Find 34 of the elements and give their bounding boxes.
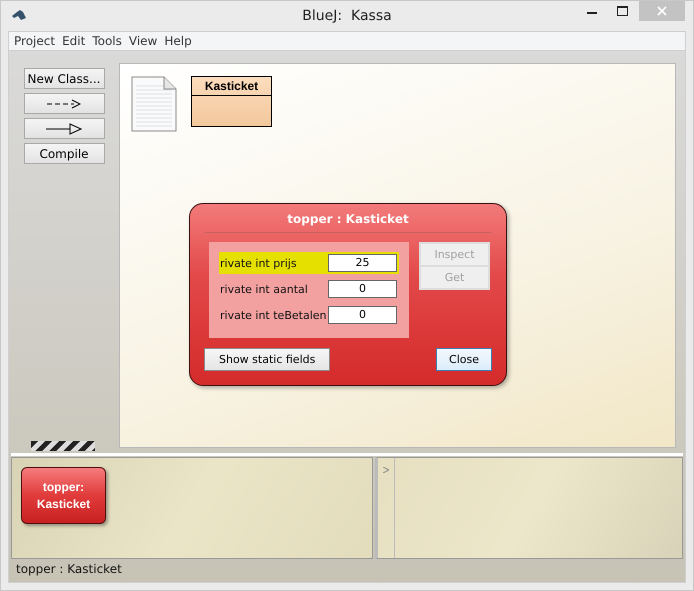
close-icon — [657, 6, 667, 16]
toolbar-button[interactable]: Compile — [24, 143, 104, 164]
dialog-button[interactable]: Close — [436, 348, 492, 371]
menu-item[interactable]: Tools — [89, 34, 126, 48]
prompt-icon — [383, 467, 389, 473]
hollow-arrow-icon — [46, 122, 82, 134]
menu-item[interactable]: Project — [11, 34, 60, 48]
dashed-arrow-icon — [47, 98, 81, 108]
field-row[interactable]: rivate int teBetalen 0 — [219, 304, 399, 326]
bird-icon — [11, 9, 27, 21]
field-row[interactable]: rivate int aantal 0 — [219, 278, 399, 300]
uses-arrow-button[interactable] — [24, 93, 104, 114]
inheritance-arrow-button[interactable] — [24, 118, 104, 139]
field-value: 0 — [328, 306, 397, 324]
class-box[interactable]: Kasticket — [191, 76, 272, 127]
object-instance[interactable]: topper: Kasticket — [21, 467, 106, 524]
menu-item[interactable]: Help — [161, 34, 196, 48]
activity-indicator — [31, 441, 95, 451]
status-text: topper : Kasticket — [15, 561, 123, 576]
menu-item[interactable]: Edit — [59, 34, 90, 48]
field-label: rivate int teBetalen — [220, 308, 328, 322]
field-label: rivate int aantal — [220, 282, 309, 296]
readme-document-icon[interactable] — [131, 76, 177, 132]
maximize-icon — [616, 6, 628, 16]
code-pad[interactable] — [375, 457, 683, 559]
toolbar-button[interactable]: New Class... — [24, 68, 104, 89]
field-value: 0 — [328, 280, 397, 298]
dialog-title: topper : Kasticket — [204, 204, 492, 233]
dialog-button[interactable]: Show static fields — [204, 348, 330, 371]
window-title: BlueJ: Kassa — [302, 8, 392, 24]
field-row[interactable]: rivate int prijs 25 — [219, 252, 399, 274]
menu-item[interactable]: View — [126, 34, 162, 48]
field-value: 25 — [328, 254, 397, 272]
field-label: rivate int prijs — [220, 256, 298, 270]
